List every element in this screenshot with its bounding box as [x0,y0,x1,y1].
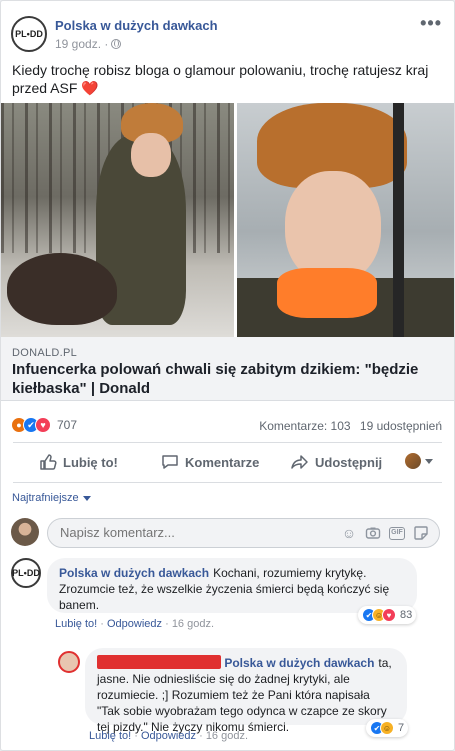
orange-scarf [277,268,377,318]
link-domain: DONALD.PL [12,347,78,359]
reply-reactions-count: 7 [398,722,405,734]
like-button[interactable]: Lubię to! [39,453,118,471]
sticker-icon-svg [414,526,428,540]
globe-icon [111,39,122,49]
camera-icon-svg [365,527,381,539]
link-preview[interactable]: DONALD.PL Infuencerka polowań chwali się… [1,337,454,401]
reply-actions: Lubię to! · Odpowiedz · 16 godz. [89,730,249,742]
reactions-summary[interactable]: ● ✔ ♥ 707 [11,417,77,433]
haha-reaction-icon: ☺ [380,721,394,735]
comment-reply-link[interactable]: Odpowiedz [107,618,162,630]
love-reaction-icon: ♥ [382,608,396,622]
viewer-avatar [405,453,421,469]
reply-author-link[interactable]: Polska w dużych dawkach [224,656,374,670]
post-as-selector[interactable] [405,453,433,469]
comments-count-link[interactable]: Komentarze: 103 [259,419,350,433]
sticker-icon[interactable] [413,525,429,541]
post-text: Kiedy trochę robisz bloga o glamour polo… [12,61,442,97]
reply-time[interactable]: 16 godz. [206,730,248,742]
comment-icon [162,455,178,469]
page-avatar[interactable]: PL•DD [11,16,47,52]
reply-bubble: Polska w dużych dawkach ta, jasne. Nie od… [85,648,407,734]
thumbs-up-icon [40,454,57,470]
comment-like-link[interactable]: Lubię to! [55,618,97,630]
post-stats: Komentarze: 103 19 udostępnień [253,419,442,433]
link-image-right[interactable] [237,103,454,337]
wild-boar [7,253,117,325]
comment-reactions-count: 83 [400,609,413,621]
post-card: PL•DD Polska w dużych dawkach 19 godz. ·… [0,0,455,751]
link-title: Infuencerka polowań chwali się zabitym d… [12,361,419,397]
love-reaction-icon: ♥ [35,417,51,433]
reply-like-link[interactable]: Lubię to! [89,730,131,742]
avatar-logo-text: PL•DD [12,568,40,578]
avatar-logo-text: PL•DD [15,29,43,39]
divider [13,482,442,483]
post-timestamp[interactable]: 19 godz. · [55,37,122,51]
composer-icons: ☺ GIF [341,525,429,541]
reactions-count: 707 [57,418,78,432]
share-label: Udostępnij [315,454,383,470]
comment-author-link[interactable]: Polska w dużych dawkach [59,566,209,580]
share-arrow-icon [291,455,308,469]
emoji-icon[interactable]: ☺ [341,525,357,541]
post-text-body: Kiedy trochę robisz bloga o glamour polo… [12,62,429,96]
reply-author-avatar[interactable] [58,651,80,673]
divider [13,442,442,443]
comment-input[interactable] [60,525,320,540]
comment-actions: Lubię to! · Odpowiedz · 16 godz. [55,618,215,630]
comment-composer[interactable]: ☺ GIF [47,518,440,548]
redacted-name [97,655,221,669]
chevron-down-icon [425,458,433,464]
hunter-face [131,133,171,177]
gif-icon[interactable]: GIF [389,527,405,540]
share-button[interactable]: Udostępnij [291,453,382,471]
reply-reactions[interactable]: ✔ ☺ 7 [366,719,409,737]
comment-author-avatar[interactable]: PL•DD [11,558,41,588]
face-closeup [285,171,381,283]
comment-sort-dropdown[interactable]: Najtrafniejsze [12,492,91,504]
more-options-icon[interactable]: ••• [420,13,442,34]
page-name-link[interactable]: Polska w dużych dawkach [55,18,218,33]
reply-reply-link[interactable]: Odpowiedz [141,730,196,742]
camera-icon[interactable] [365,525,381,541]
sort-label: Najtrafniejsze [12,492,79,504]
comment-label: Komentarze [185,454,260,470]
rifle [393,103,404,337]
comment-bubble: Polska w dużych dawkach Kochani, rozumiem… [47,558,417,613]
current-user-avatar[interactable] [11,518,39,546]
like-label: Lubię to! [63,454,118,470]
chevron-down-icon [82,495,91,501]
link-image-left[interactable] [1,103,234,337]
heart-emoji: ❤️ [81,80,99,96]
shares-count-link[interactable]: 19 udostępnień [360,419,442,433]
comment-button[interactable]: Komentarze [161,453,259,471]
comment-reactions[interactable]: ✔ ☺ ♥ 83 [358,606,417,624]
post-time-text[interactable]: 19 godz. · [55,37,108,51]
comment-time[interactable]: 16 godz. [172,618,214,630]
